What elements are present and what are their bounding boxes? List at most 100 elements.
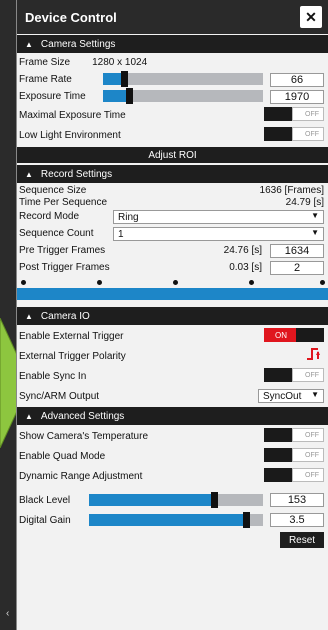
sync-in-label: Enable Sync In bbox=[19, 370, 87, 382]
post-trigger-time: 0.03 [s] bbox=[229, 262, 262, 273]
exposure-thumb[interactable] bbox=[125, 88, 133, 104]
time-per-sequence-row: Time Per Sequence 24.79 [s] bbox=[17, 196, 328, 208]
section-title: Camera Settings bbox=[40, 38, 116, 50]
toggle-knob bbox=[264, 107, 292, 121]
reset-button[interactable]: Reset bbox=[280, 532, 324, 548]
close-button[interactable]: ✕ bbox=[300, 6, 322, 28]
frame-size-value: 1280 x 1024 bbox=[92, 57, 148, 68]
rising-edge-icon[interactable] bbox=[306, 347, 322, 364]
exposure-label: Exposure Time bbox=[19, 91, 86, 102]
toggle-state: OFF bbox=[292, 107, 324, 121]
ext-trigger-label: Enable External Trigger bbox=[19, 330, 124, 342]
toggle-state: OFF bbox=[292, 448, 324, 462]
max-exposure-label: Maximal Exposure Time bbox=[19, 109, 126, 121]
frame-rate-thumb[interactable] bbox=[120, 71, 128, 87]
sequence-size-row: Sequence Size 1636 [Frames] bbox=[17, 184, 328, 196]
exposure-row: Exposure Time 1970 bbox=[17, 88, 328, 105]
black-level-thumb[interactable] bbox=[211, 492, 219, 508]
max-exposure-toggle[interactable]: OFF bbox=[264, 107, 324, 121]
tick-dot bbox=[173, 280, 178, 285]
dynamic-range-label: Dynamic Range Adjustment bbox=[19, 470, 143, 482]
toggle-state: OFF bbox=[292, 468, 324, 482]
pre-trigger-time: 24.76 [s] bbox=[223, 245, 262, 256]
ext-polarity-label: External Trigger Polarity bbox=[19, 350, 126, 362]
frame-rate-input[interactable]: 66 bbox=[270, 73, 324, 87]
pre-trigger-label: Pre Trigger Frames bbox=[19, 245, 106, 256]
show-temp-row: Show Camera's Temperature OFF bbox=[17, 426, 328, 446]
sequence-size-value: 1636 [Frames] bbox=[259, 184, 324, 196]
reset-row: Reset bbox=[17, 530, 328, 552]
exposure-input[interactable]: 1970 bbox=[270, 90, 324, 104]
sync-out-select[interactable]: SyncOut ▼ bbox=[258, 389, 324, 403]
max-exposure-row: Maximal Exposure Time OFF bbox=[17, 105, 328, 125]
record-mode-select[interactable]: Ring ▼ bbox=[113, 210, 324, 224]
adjust-roi-button[interactable]: Adjust ROI bbox=[17, 147, 328, 163]
section-title: Advanced Settings bbox=[40, 410, 125, 422]
collapse-triangle-icon: ▲ bbox=[25, 311, 33, 321]
tick-dot bbox=[320, 280, 325, 285]
quad-mode-label: Enable Quad Mode bbox=[19, 450, 106, 462]
advanced-settings-header[interactable]: ▲ Advanced Settings bbox=[17, 407, 328, 425]
camera-io-header[interactable]: ▲ Camera IO bbox=[17, 307, 328, 325]
black-level-row: Black Level 153 bbox=[17, 490, 328, 510]
record-settings-header[interactable]: ▲ Record Settings bbox=[17, 165, 328, 183]
show-temp-label: Show Camera's Temperature bbox=[19, 430, 149, 442]
section-title: Camera IO bbox=[40, 310, 90, 322]
pre-trigger-row: Pre Trigger Frames 24.76 [s] 1634 bbox=[17, 242, 328, 259]
digital-gain-thumb[interactable] bbox=[242, 512, 250, 528]
toggle-state: OFF bbox=[292, 428, 324, 442]
collapse-triangle-icon: ▲ bbox=[25, 411, 33, 421]
dropdown-arrow-icon: ▼ bbox=[311, 390, 319, 399]
digital-gain-row: Digital Gain 3.5 bbox=[17, 510, 328, 530]
sequence-count-select[interactable]: 1 ▼ bbox=[113, 227, 324, 241]
toggle-knob bbox=[264, 368, 292, 382]
window-title: Device Control bbox=[25, 9, 117, 25]
pre-trigger-input[interactable]: 1634 bbox=[270, 244, 324, 258]
frame-rate-slider[interactable] bbox=[103, 71, 263, 87]
digital-gain-fill bbox=[89, 514, 246, 526]
sequence-size-label: Sequence Size bbox=[19, 184, 87, 196]
tick-dot bbox=[97, 280, 102, 285]
low-light-label: Low Light Environment bbox=[19, 129, 121, 141]
record-mode-row: Record Mode Ring ▼ bbox=[17, 208, 328, 225]
frame-size-row: Frame Size 1280 x 1024 bbox=[17, 54, 328, 71]
toggle-state: OFF bbox=[292, 368, 324, 382]
post-trigger-input[interactable]: 2 bbox=[270, 261, 324, 275]
section-title: Record Settings bbox=[40, 168, 113, 180]
black-level-input[interactable]: 153 bbox=[270, 493, 324, 507]
collapse-chevron-icon[interactable]: ‹ bbox=[6, 608, 9, 619]
frame-rate-label: Frame Rate bbox=[19, 74, 72, 85]
ext-polarity-row: External Trigger Polarity bbox=[17, 346, 328, 366]
digital-gain-label: Digital Gain bbox=[19, 514, 71, 526]
low-light-toggle[interactable]: OFF bbox=[264, 127, 324, 141]
digital-gain-slider[interactable] bbox=[89, 512, 263, 528]
frame-rate-row: Frame Rate 66 bbox=[17, 71, 328, 88]
record-mode-label: Record Mode bbox=[19, 211, 80, 222]
toggle-state: ON bbox=[264, 328, 296, 342]
trigger-position-ticks bbox=[17, 276, 328, 288]
frame-size-label: Frame Size bbox=[19, 57, 71, 68]
toggle-knob bbox=[264, 127, 292, 141]
ext-trigger-row: Enable External Trigger ON bbox=[17, 326, 328, 346]
toggle-knob bbox=[264, 428, 292, 442]
tick-dot bbox=[249, 280, 254, 285]
digital-gain-input[interactable]: 3.5 bbox=[270, 513, 324, 527]
quad-mode-toggle[interactable]: OFF bbox=[264, 448, 324, 462]
toggle-state: OFF bbox=[292, 127, 324, 141]
sync-in-row: Enable Sync In OFF bbox=[17, 366, 328, 386]
toggle-knob bbox=[296, 328, 324, 342]
collapse-triangle-icon: ▲ bbox=[25, 169, 33, 179]
ext-trigger-toggle[interactable]: ON bbox=[264, 328, 324, 342]
dynamic-range-toggle[interactable]: OFF bbox=[264, 468, 324, 482]
dynamic-range-row: Dynamic Range Adjustment OFF bbox=[17, 466, 328, 486]
black-level-slider[interactable] bbox=[89, 492, 263, 508]
toggle-knob bbox=[264, 468, 292, 482]
camera-settings-header[interactable]: ▲ Camera Settings bbox=[17, 35, 328, 53]
trigger-position-slider[interactable] bbox=[17, 288, 328, 300]
exposure-slider[interactable] bbox=[103, 88, 263, 104]
sync-in-toggle[interactable]: OFF bbox=[264, 368, 324, 382]
time-per-sequence-label: Time Per Sequence bbox=[19, 196, 108, 208]
sequence-count-value: 1 bbox=[118, 228, 124, 240]
show-temp-toggle[interactable]: OFF bbox=[264, 428, 324, 442]
quad-mode-row: Enable Quad Mode OFF bbox=[17, 446, 328, 466]
